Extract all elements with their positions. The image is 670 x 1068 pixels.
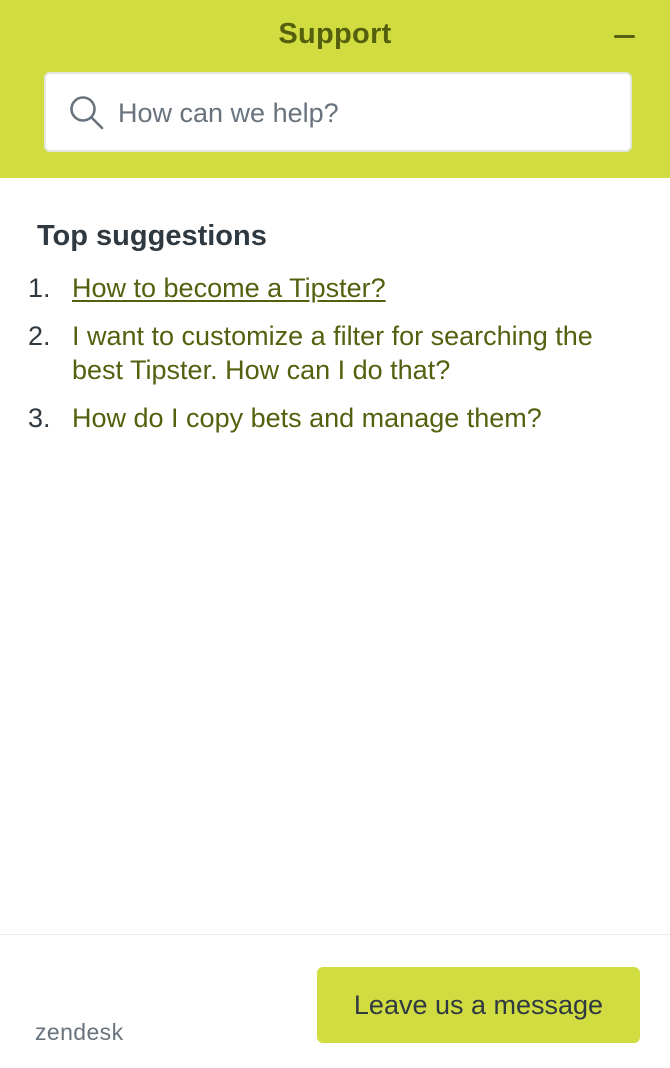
- leave-message-button[interactable]: Leave us a message: [317, 967, 640, 1043]
- suggestion-item: 3. How do I copy bets and manage them?: [0, 401, 670, 435]
- suggestions-list: 1. How to become a Tipster? 2. I want to…: [0, 271, 670, 449]
- minimize-button[interactable]: [600, 16, 648, 56]
- suggestion-item: 1. How to become a Tipster?: [0, 271, 670, 305]
- suggestion-link-customize-filter[interactable]: I want to customize a filter for searchi…: [72, 321, 593, 385]
- suggestion-link-copy-bets[interactable]: How do I copy bets and manage them?: [72, 403, 542, 433]
- suggestion-item: 2. I want to customize a filter for sear…: [0, 319, 670, 387]
- top-suggestions-heading: Top suggestions: [37, 220, 267, 252]
- suggestion-number: 3.: [28, 403, 51, 433]
- widget-footer: zendesk Leave us a message: [0, 934, 670, 1068]
- suggestion-number: 1.: [28, 273, 51, 303]
- search-box[interactable]: [44, 72, 632, 152]
- suggestion-link-become-tipster[interactable]: How to become a Tipster?: [72, 273, 386, 303]
- suggestion-number: 2.: [28, 321, 51, 351]
- search-input[interactable]: [118, 88, 618, 138]
- support-widget: Support Top suggestions 1. How to become…: [0, 0, 670, 1068]
- minus-icon: [614, 35, 635, 38]
- header-title: Support: [278, 18, 392, 50]
- search-icon: [70, 96, 104, 130]
- widget-header: Support: [0, 0, 670, 178]
- zendesk-logo: zendesk: [35, 1019, 124, 1045]
